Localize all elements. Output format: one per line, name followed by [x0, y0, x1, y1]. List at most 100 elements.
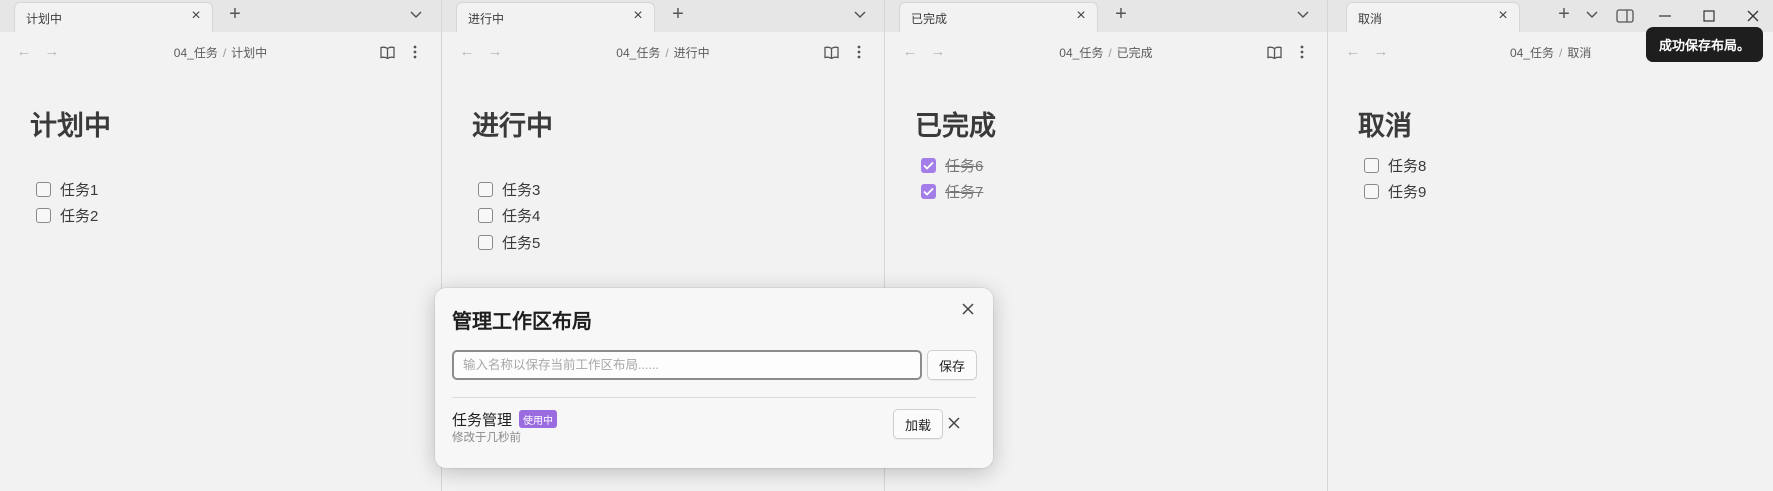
list-item[interactable]: 任务7 [921, 179, 983, 206]
layout-name-input[interactable] [452, 350, 922, 380]
breadcrumb-folder[interactable]: 04_任务 [1510, 46, 1554, 60]
breadcrumb-file[interactable]: 计划中 [231, 46, 267, 60]
nav-header: ← → 04_任务 / 已完成 [885, 32, 1327, 72]
tab-title: 取消 [1358, 12, 1383, 26]
plus-icon[interactable]: + [1554, 4, 1574, 25]
chevron-down-icon[interactable] [1584, 7, 1600, 23]
minimize-icon[interactable] [1654, 5, 1676, 27]
pane-cancelled: 取消 × + ← → 04_任务 / 取消 取消 任务8 任务9 [1327, 0, 1773, 491]
close-icon[interactable]: × [1495, 8, 1511, 24]
task-label: 任务5 [502, 234, 541, 252]
task-label: 任务8 [1388, 157, 1427, 175]
tab-plan[interactable]: 计划中 × [14, 2, 213, 32]
list-item[interactable]: 任务3 [478, 176, 540, 203]
list-item[interactable]: 任务9 [1364, 179, 1426, 206]
load-button[interactable]: 加载 [893, 409, 943, 439]
tab-title: 进行中 [468, 12, 505, 26]
chevron-down-icon[interactable] [408, 7, 424, 23]
tab-cancelled[interactable]: 取消 × [1346, 2, 1520, 32]
list-item[interactable]: 任务4 [478, 203, 540, 230]
task-list: 任务1 任务2 [36, 176, 98, 229]
book-open-icon[interactable] [1266, 44, 1282, 60]
arrow-left-icon[interactable]: ← [1344, 43, 1362, 61]
task-checkbox[interactable] [478, 234, 493, 250]
breadcrumb-file[interactable]: 取消 [1567, 46, 1591, 60]
task-checkbox[interactable] [1364, 157, 1379, 173]
chevron-down-icon[interactable] [852, 7, 868, 23]
list-item[interactable]: 任务2 [36, 203, 98, 230]
close-icon[interactable] [958, 299, 978, 319]
breadcrumb-separator: / [665, 46, 669, 60]
book-open-icon[interactable] [823, 44, 839, 60]
breadcrumb-folder[interactable]: 04_任务 [616, 46, 660, 60]
task-label: 任务6 [945, 157, 984, 175]
breadcrumb-file[interactable]: 已完成 [1117, 46, 1153, 60]
page-title: 进行中 [472, 111, 553, 141]
list-item[interactable]: 任务5 [478, 229, 540, 256]
delete-layout-icon[interactable] [946, 415, 962, 431]
task-list: 任务8 任务9 [1364, 152, 1426, 205]
list-item[interactable]: 任务1 [36, 176, 98, 203]
tab-done[interactable]: 已完成 × [899, 2, 1098, 32]
arrow-right-icon[interactable]: → [1372, 43, 1390, 61]
task-label: 任务9 [1388, 184, 1427, 202]
list-item[interactable]: 任务8 [1364, 152, 1426, 179]
maximize-icon[interactable] [1698, 5, 1720, 27]
close-icon[interactable]: × [1073, 8, 1089, 24]
task-label: 任务3 [502, 181, 541, 199]
check-icon [923, 188, 934, 197]
breadcrumb: 04_任务 / 进行中 [442, 44, 884, 61]
tab-in-progress[interactable]: 进行中 × [456, 2, 655, 32]
tab-bar: 进行中 × + [442, 0, 884, 32]
tab-bar: 计划中 × + [0, 0, 441, 32]
divider [452, 397, 976, 398]
breadcrumb-folder[interactable]: 04_任务 [1059, 46, 1103, 60]
modal-title: 管理工作区布局 [452, 311, 592, 333]
nav-header: ← → 04_任务 / 计划中 [0, 32, 441, 72]
more-vertical-icon[interactable] [407, 44, 423, 60]
page-title: 已完成 [915, 111, 996, 141]
tab-title: 计划中 [26, 12, 63, 26]
breadcrumb-separator: / [1108, 46, 1112, 60]
task-checkbox[interactable] [921, 184, 936, 200]
task-checkbox[interactable] [1364, 184, 1379, 200]
sidebar-right-icon[interactable] [1614, 5, 1636, 27]
layout-name: 任务管理 [452, 412, 513, 429]
layout-modified-time: 修改于几秒前 [452, 432, 521, 444]
task-checkbox[interactable] [921, 157, 936, 173]
plus-icon[interactable]: + [1111, 4, 1131, 25]
breadcrumb: 04_任务 / 已完成 [885, 44, 1327, 61]
status-badge: 使用中 [519, 410, 557, 428]
more-vertical-icon[interactable] [1294, 44, 1310, 60]
plus-icon[interactable]: + [668, 4, 688, 25]
pane-plan: 计划中 × + ← → 04_任务 / 计划中 计划中 任务1 任务2 [0, 0, 441, 491]
window-close-icon[interactable] [1742, 5, 1764, 27]
nav-header: ← → 04_任务 / 进行中 [442, 32, 884, 72]
task-label: 任务1 [60, 181, 99, 199]
save-button[interactable]: 保存 [927, 350, 977, 380]
task-label: 任务2 [60, 208, 99, 226]
task-label: 任务7 [945, 184, 984, 202]
plus-icon[interactable]: + [225, 4, 245, 25]
breadcrumb-folder[interactable]: 04_任务 [174, 46, 218, 60]
close-icon[interactable]: × [630, 8, 646, 24]
close-icon[interactable]: × [188, 8, 204, 24]
task-list: 任务3 任务4 任务5 [478, 176, 540, 256]
breadcrumb-separator: / [1559, 46, 1563, 60]
tab-bar: 已完成 × + [885, 0, 1327, 32]
breadcrumb-file[interactable]: 进行中 [674, 46, 710, 60]
toast-notification: 成功保存布局。 [1646, 27, 1763, 62]
chevron-down-icon[interactable] [1295, 7, 1311, 23]
task-list: 任务6 任务7 [921, 152, 983, 205]
check-icon [923, 161, 934, 170]
task-checkbox[interactable] [36, 208, 51, 224]
manage-layouts-modal: 管理工作区布局 保存 任务管理 使用中 修改于几秒前 加载 [435, 288, 993, 468]
book-open-icon[interactable] [379, 44, 395, 60]
task-checkbox[interactable] [478, 181, 493, 197]
list-item[interactable]: 任务6 [921, 152, 983, 179]
tab-title: 已完成 [911, 12, 948, 26]
task-checkbox[interactable] [478, 208, 493, 224]
more-vertical-icon[interactable] [851, 44, 867, 60]
breadcrumb: 04_任务 / 计划中 [0, 44, 441, 61]
task-checkbox[interactable] [36, 181, 51, 197]
